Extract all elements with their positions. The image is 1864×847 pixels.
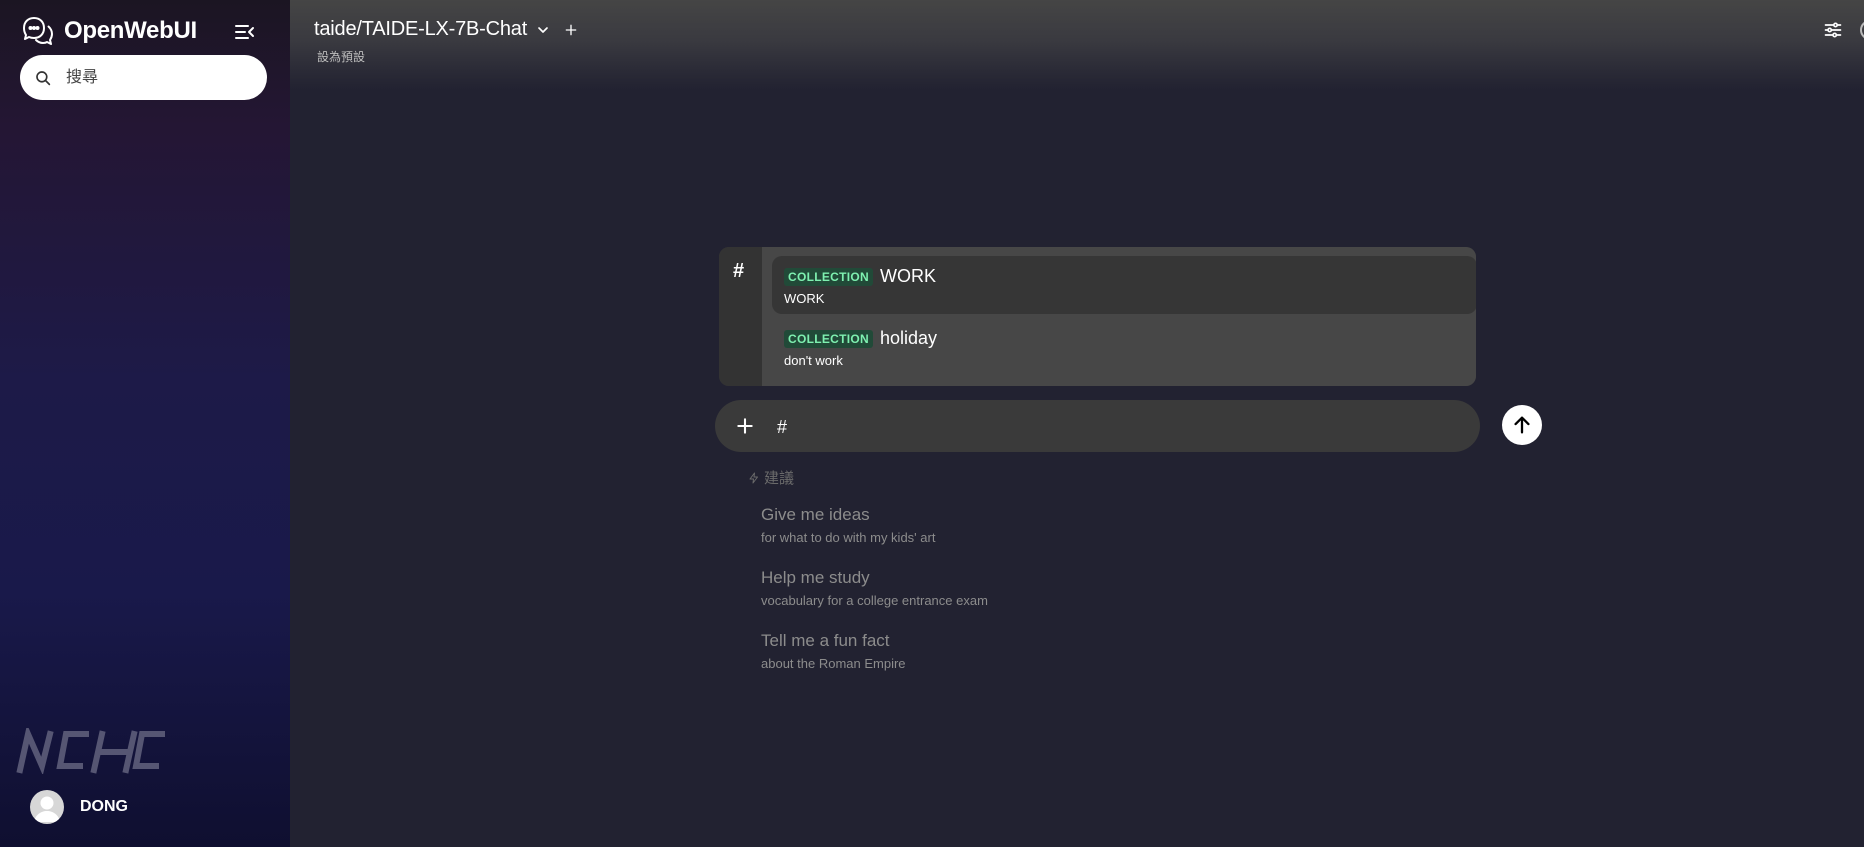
chat-bubbles-logo-icon (23, 17, 53, 45)
user-menu[interactable]: DONG (30, 790, 128, 824)
account-icon[interactable] (1860, 20, 1864, 40)
collection-badge: COLLECTION (784, 329, 873, 348)
chevron-down-icon[interactable] (535, 22, 551, 38)
suggestion-subtitle: about the Roman Empire (761, 656, 906, 671)
search-input[interactable] (64, 67, 258, 88)
collection-name: WORK (880, 266, 936, 286)
chat-input[interactable] (775, 412, 1459, 442)
collection-list: COLLECTION WORK WORK COLLECTION holiday … (762, 247, 1476, 386)
suggestion-title: Tell me a fun fact (761, 631, 890, 650)
send-button[interactable] (1502, 405, 1542, 445)
brand[interactable]: OpenWebUI (20, 14, 197, 48)
suggestion-item[interactable]: Give me ideas for what to do with my kid… (761, 505, 935, 545)
plus-icon[interactable] (735, 416, 755, 436)
search-box[interactable] (20, 55, 267, 100)
user-avatar-icon (30, 790, 64, 824)
sidebar: OpenWebUI DONG (0, 0, 290, 847)
user-name: DONG (80, 798, 128, 815)
suggestion-title: Help me study (761, 568, 870, 587)
collection-description: WORK (784, 291, 825, 306)
suggestion-item[interactable]: Help me study vocabulary for a college e… (761, 568, 988, 608)
collection-item-work[interactable]: COLLECTION WORK WORK (772, 256, 1476, 314)
nchc-logo (16, 728, 165, 774)
sliders-icon[interactable] (1823, 20, 1843, 40)
bolt-icon (749, 472, 758, 483)
model-name[interactable]: taide/TAIDE-LX-7B-Chat (314, 18, 527, 41)
suggestion-subtitle: vocabulary for a college entrance exam (761, 593, 988, 608)
popup-trigger-column: # (719, 247, 762, 386)
suggestions-header: 建議 (748, 467, 794, 488)
collections-popup: # COLLECTION WORK WORK COLLECTION holida… (719, 247, 1476, 386)
collection-title-row: COLLECTION WORK (784, 266, 936, 287)
suggestion-subtitle: for what to do with my kids' art (761, 530, 936, 545)
arrow-up-icon (1514, 416, 1530, 434)
chat-input-box (715, 400, 1480, 452)
set-default-link[interactable]: 設為預設 (317, 48, 365, 65)
collection-badge: COLLECTION (784, 267, 873, 286)
add-model-icon[interactable] (563, 22, 579, 38)
main-area: taide/TAIDE-LX-7B-Chat 設為預設 # COLLECTION… (290, 0, 1864, 847)
search-icon (36, 70, 51, 85)
suggestion-title: Give me ideas (761, 505, 870, 524)
collection-title-row: COLLECTION holiday (784, 328, 937, 349)
collection-description: don't work (784, 353, 843, 368)
brand-name: OpenWebUI (64, 17, 197, 44)
suggestion-item[interactable]: Tell me a fun fact about the Roman Empir… (761, 631, 906, 671)
top-bar: taide/TAIDE-LX-7B-Chat 設為預設 (290, 0, 1864, 90)
collection-name: holiday (880, 328, 938, 348)
collection-item-holiday[interactable]: COLLECTION holiday don't work (772, 318, 1476, 376)
model-selector[interactable]: taide/TAIDE-LX-7B-Chat (314, 18, 579, 41)
collapse-sidebar-icon[interactable] (233, 20, 257, 44)
popup-trigger-symbol: # (733, 260, 745, 282)
app-window: OpenWebUI DONG (0, 0, 1864, 847)
suggestions-label: 建議 (764, 470, 795, 487)
